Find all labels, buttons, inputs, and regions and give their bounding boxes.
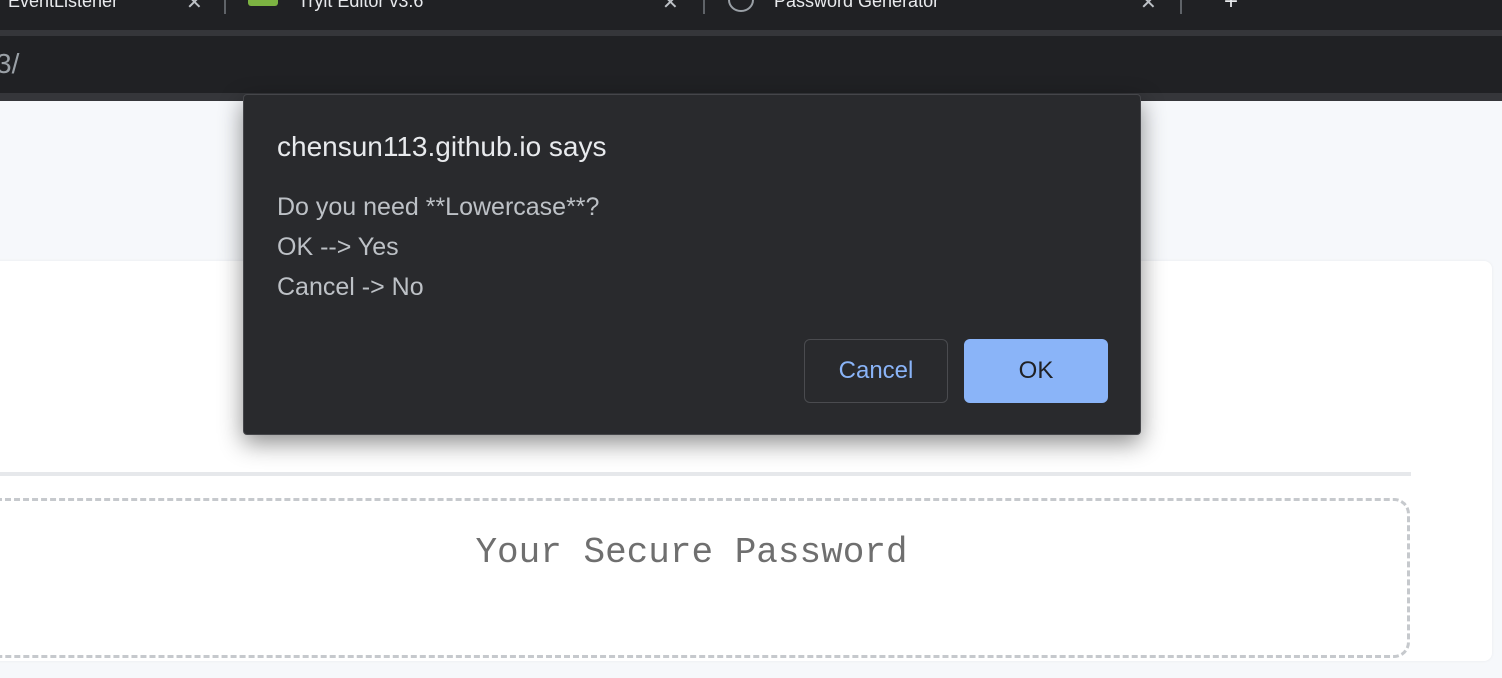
tab-separator bbox=[703, 0, 705, 14]
tab-tryit-editor[interactable]: Tryit Editor v3.6 ✕ bbox=[230, 0, 700, 30]
ok-button[interactable]: OK bbox=[964, 339, 1108, 403]
cancel-button[interactable]: Cancel bbox=[804, 339, 948, 403]
tab-title: Password Generator bbox=[774, 0, 940, 11]
confirm-dialog: chensun113.github.io says Do you need **… bbox=[243, 94, 1141, 435]
close-icon[interactable]: ✕ bbox=[186, 0, 203, 15]
dialog-origin: chensun113.github.io says bbox=[277, 131, 607, 162]
tab-separator bbox=[224, 0, 226, 14]
tab-title: Tryit Editor v3.6 bbox=[298, 0, 424, 11]
new-tab-icon[interactable]: + bbox=[1224, 0, 1238, 16]
dialog-message-line: OK --> Yes bbox=[277, 233, 399, 261]
dialog-message-line: Do you need **Lowercase**? bbox=[277, 193, 600, 221]
close-icon[interactable]: ✕ bbox=[662, 0, 679, 15]
tab-title: EventListener bbox=[8, 0, 119, 11]
password-output-box[interactable] bbox=[0, 498, 1410, 658]
password-placeholder: Your Secure Password bbox=[475, 532, 908, 573]
address-bar[interactable]: 3/ bbox=[0, 36, 1502, 93]
tryit-favicon-icon bbox=[248, 0, 278, 6]
dialog-message-line: Cancel -> No bbox=[277, 273, 424, 301]
tab-separator bbox=[1180, 0, 1182, 14]
address-url: 3/ bbox=[0, 48, 20, 79]
card-divider bbox=[0, 472, 1411, 476]
close-icon[interactable]: ✕ bbox=[1140, 0, 1157, 15]
globe-icon bbox=[728, 0, 754, 12]
tab-password-generator[interactable]: Password Generator ✕ bbox=[710, 0, 1180, 30]
tab-eventlistener[interactable]: EventListener ✕ bbox=[0, 0, 222, 30]
tab-strip: EventListener ✕ Tryit Editor v3.6 ✕ Pass… bbox=[0, 0, 1502, 30]
